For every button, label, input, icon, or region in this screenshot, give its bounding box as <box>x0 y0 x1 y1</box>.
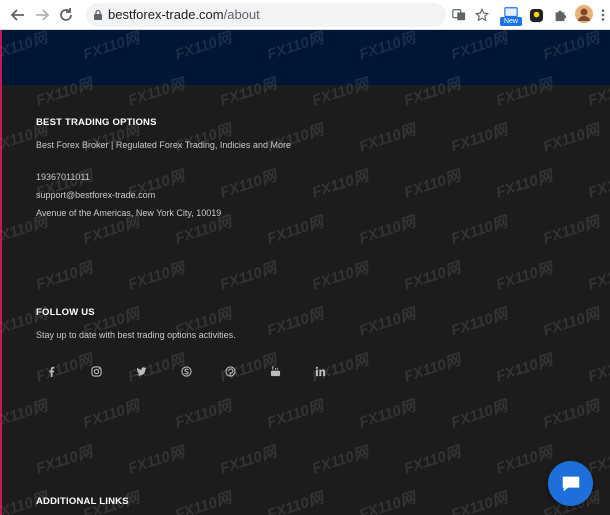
linkedin-link[interactable] <box>312 363 328 379</box>
youtube-link[interactable] <box>267 363 283 379</box>
extension-p-button[interactable] <box>527 6 545 24</box>
trading-tagline: Best Forex Broker | Regulated Forex Trad… <box>36 140 291 150</box>
instagram-icon <box>90 365 102 377</box>
arrow-left-icon <box>10 9 24 21</box>
translate-button[interactable] <box>450 6 468 24</box>
avatar-icon <box>575 5 593 23</box>
trading-heading: BEST TRADING OPTIONS <box>36 117 157 128</box>
arrow-right-icon <box>36 9 50 21</box>
browser-menu-button[interactable] <box>594 6 610 24</box>
url-text: bestforex-trade.com/about <box>108 7 260 23</box>
phone-number[interactable]: 19367011011 <box>36 172 90 182</box>
skype-icon <box>180 365 192 377</box>
url-path: /about <box>223 7 260 22</box>
additional-links-heading: ADDITIONAL LINKS <box>36 496 129 507</box>
follow-text: Stay up to date with best trading option… <box>36 330 236 340</box>
pinterest-icon <box>224 365 236 377</box>
facebook-link[interactable] <box>43 363 59 379</box>
twitter-icon <box>135 366 147 376</box>
browser-toolbar: bestforex-trade.com/about New <box>0 0 610 30</box>
chat-bubble-icon <box>562 476 579 491</box>
url-domain: bestforex-trade.com <box>108 7 224 22</box>
reload-button[interactable] <box>56 5 76 25</box>
profile-avatar[interactable] <box>575 5 593 23</box>
skype-link[interactable] <box>178 363 194 379</box>
translate-icon <box>452 9 466 21</box>
lock-icon <box>94 9 102 20</box>
twitter-link[interactable] <box>133 363 149 379</box>
star-icon <box>475 8 489 22</box>
pinterest-link[interactable] <box>222 363 238 379</box>
youtube-icon <box>270 365 280 376</box>
hero-band <box>0 30 610 85</box>
window-edge <box>0 30 2 515</box>
kebab-menu-icon <box>601 9 605 21</box>
new-badge: New <box>500 17 522 26</box>
office-address: Avenue of the Americas, New York City, 1… <box>36 208 222 218</box>
support-email[interactable]: support@bestforex-trade.com <box>36 190 155 200</box>
instagram-link[interactable] <box>88 363 104 379</box>
forward-button[interactable] <box>32 5 52 25</box>
live-chat-button[interactable] <box>548 461 593 506</box>
facebook-icon <box>48 366 54 377</box>
extensions-button[interactable] <box>551 6 569 24</box>
address-bar[interactable]: bestforex-trade.com/about <box>86 3 446 27</box>
bookmark-star-button[interactable] <box>473 6 491 24</box>
follow-heading: FOLLOW US <box>36 307 95 318</box>
reload-icon <box>60 8 72 21</box>
p-extension-icon <box>529 8 543 22</box>
puzzle-icon <box>555 10 567 22</box>
linkedin-icon <box>315 366 325 376</box>
back-button[interactable] <box>8 5 28 25</box>
